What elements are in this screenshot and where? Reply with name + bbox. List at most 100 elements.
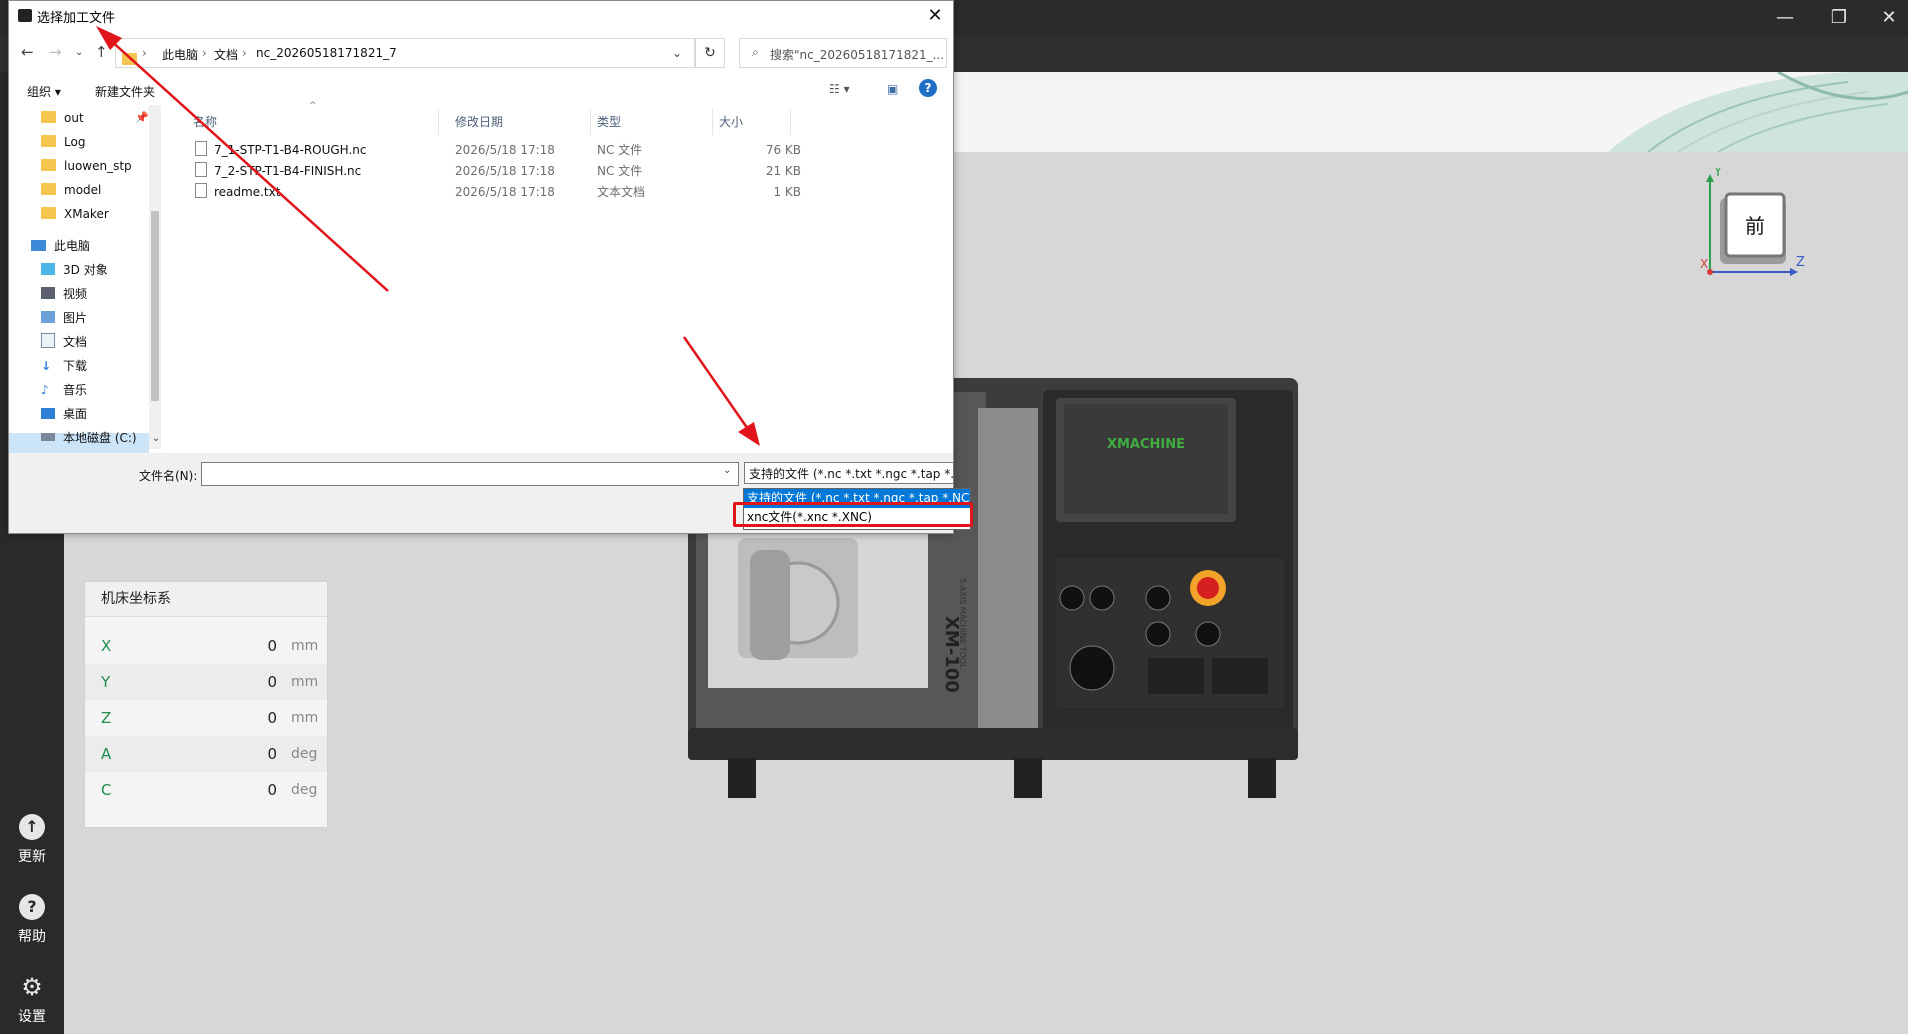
close-app-button[interactable]: ✕ [1866,0,1908,36]
minimize-button[interactable]: — [1762,0,1808,36]
folder-icon [41,135,56,147]
picture-icon [41,311,55,323]
preview-pane-icon[interactable]: ▣ [887,82,898,96]
tree-label: 此电脑 [54,239,91,253]
music-icon: ♪ [41,383,49,397]
help-icon[interactable]: ? [919,79,937,97]
panel-title: 机床坐标系 [85,582,327,617]
tree-label: 3D 对象 [63,263,108,277]
app-icon [18,9,32,22]
address-bar[interactable]: › 此电脑 › 文档 › nc_20260518171821_7 ⌄ [115,38,695,68]
tree-item-music[interactable]: ♪ 音乐 [41,379,87,401]
breadcrumb-item[interactable]: nc_20260518171821_7 [256,46,397,60]
file-date: 2026/5/18 17:18 [455,164,555,178]
column-size[interactable]: 大小 [713,109,791,135]
axis-unit: deg [291,746,318,762]
tree-item-documents[interactable]: 文档 [41,331,87,353]
axis-x-label: X [1700,257,1708,271]
tree-item-downloads[interactable]: ↓ 下载 [41,355,87,377]
tree-item-model[interactable]: model [41,179,101,201]
tree-item-desktop[interactable]: 桌面 [41,403,87,425]
update-label: 更新 [18,849,46,865]
coord-row-c: C 0 deg [85,772,327,808]
filename-label: 文件名(N): [139,469,198,483]
up-arrow-icon[interactable]: ↑ [95,43,108,61]
file-date: 2026/5/18 17:18 [455,185,555,199]
coord-row-a: A 0 deg [85,736,327,772]
machine-screen-brand: XMACHINE [1107,437,1185,452]
file-name: readme.txt [195,182,280,202]
breadcrumb-item[interactable]: 此电脑 [162,46,198,63]
annotation-highlight-box [733,502,973,527]
file-row[interactable]: 7_1-STP-T1-B4-ROUGH.nc 2026/5/18 17:18 N… [179,140,801,160]
folder-icon [41,183,56,195]
help-button[interactable]: ? 帮助 [0,894,64,946]
file-name: 7_2-STP-T1-B4-FINISH.nc [195,161,361,181]
tree-item-xmaker[interactable]: XMaker [41,203,109,225]
dialog-titlebar[interactable]: 选择加工文件 ✕ [9,1,953,31]
view-options-icon[interactable]: ☷ ▾ [829,82,850,96]
file-type-filter[interactable]: 支持的文件 (*.nc *.txt *.ngc *.tap *.NC) [744,462,954,484]
file-list-header: 名称 修改日期 类型 大小 [179,109,801,135]
axis-value: 0 [267,673,277,691]
command-bar: 组织 ▾ 新建文件夹 ☷ ▾ ▣ ? [9,77,953,105]
back-arrow-icon[interactable]: ← [21,43,34,61]
tree-item-3d-objects[interactable]: 3D 对象 [41,259,108,281]
column-name[interactable]: 名称 [179,109,439,135]
settings-button[interactable]: ⚙ 设置 [0,974,64,1026]
update-button[interactable]: ↑ 更新 [0,814,64,866]
tree-item-out[interactable]: out [41,107,84,129]
coord-row-y: Y 0 mm [85,664,327,700]
axis-label: A [101,745,112,763]
organize-button[interactable]: 组织 ▾ [27,83,61,100]
breadcrumb-sep-icon: › [242,46,247,60]
search-icon: ⌕ [752,45,759,59]
tree-label: 下载 [63,359,88,373]
chevron-down-icon[interactable]: ⌄ [723,465,731,476]
desktop-icon [41,408,55,419]
tree-label: 音乐 [63,383,88,397]
tree-item-local-disk[interactable]: 本地磁盘 (C:) [41,427,137,449]
forward-arrow-icon[interactable]: → [49,43,62,61]
file-row[interactable]: 7_2-STP-T1-B4-FINISH.nc 2026/5/18 17:18 … [179,161,801,181]
upload-icon: ↑ [19,814,45,840]
view-cube[interactable]: 前 Y X Z [1700,168,1810,278]
coord-row-x: X 0 mm [85,628,327,664]
axis-label: C [101,781,112,799]
file-size: 21 KB [765,164,801,178]
refresh-button[interactable]: ↻ [695,38,725,68]
breadcrumb-item[interactable]: 文档 [214,46,238,63]
chevron-down-icon[interactable]: ⌄ [672,46,682,60]
tree-item-videos[interactable]: 视频 [41,283,87,305]
search-input[interactable]: ⌕ 搜索"nc_20260518171821_... [739,38,947,68]
tree-label: out [64,111,84,125]
axis-z-label: Z [1796,255,1805,270]
axis-label: Z [101,709,112,727]
file-row[interactable]: readme.txt 2026/5/18 17:18 文本文档 1 KB [179,182,801,202]
help-icon: ? [19,894,45,920]
column-type[interactable]: 类型 [591,109,713,135]
sort-indicator-icon: ^ [309,101,317,111]
file-icon [195,141,207,156]
gear-icon: ⚙ [21,973,43,1001]
tree-item-pictures[interactable]: 图片 [41,307,87,329]
restore-button[interactable]: ❐ [1816,0,1862,36]
download-icon: ↓ [41,359,52,373]
filename-input[interactable] [201,462,739,486]
column-date[interactable]: 修改日期 [449,109,591,135]
axis-value: 0 [267,745,277,763]
file-icon [195,162,207,177]
tree-label: 视频 [63,287,88,301]
tree-item-log[interactable]: Log [41,131,85,153]
recent-dropdown-icon[interactable]: ⌄ [75,47,83,58]
tree-label: luowen_stp [64,159,132,173]
tree-item-luowen[interactable]: luowen_stp [41,155,132,177]
dialog-close-button[interactable]: ✕ [917,1,953,31]
tree-scrollbar-thumb[interactable] [151,211,159,401]
settings-label: 设置 [18,1009,46,1025]
axis-label: X [101,637,112,655]
tree-item-this-pc[interactable]: 此电脑 [31,235,90,257]
new-folder-button[interactable]: 新建文件夹 [95,83,155,100]
scroll-down-icon[interactable]: ⌄ [152,433,160,444]
breadcrumb-sep-icon: › [202,46,207,60]
